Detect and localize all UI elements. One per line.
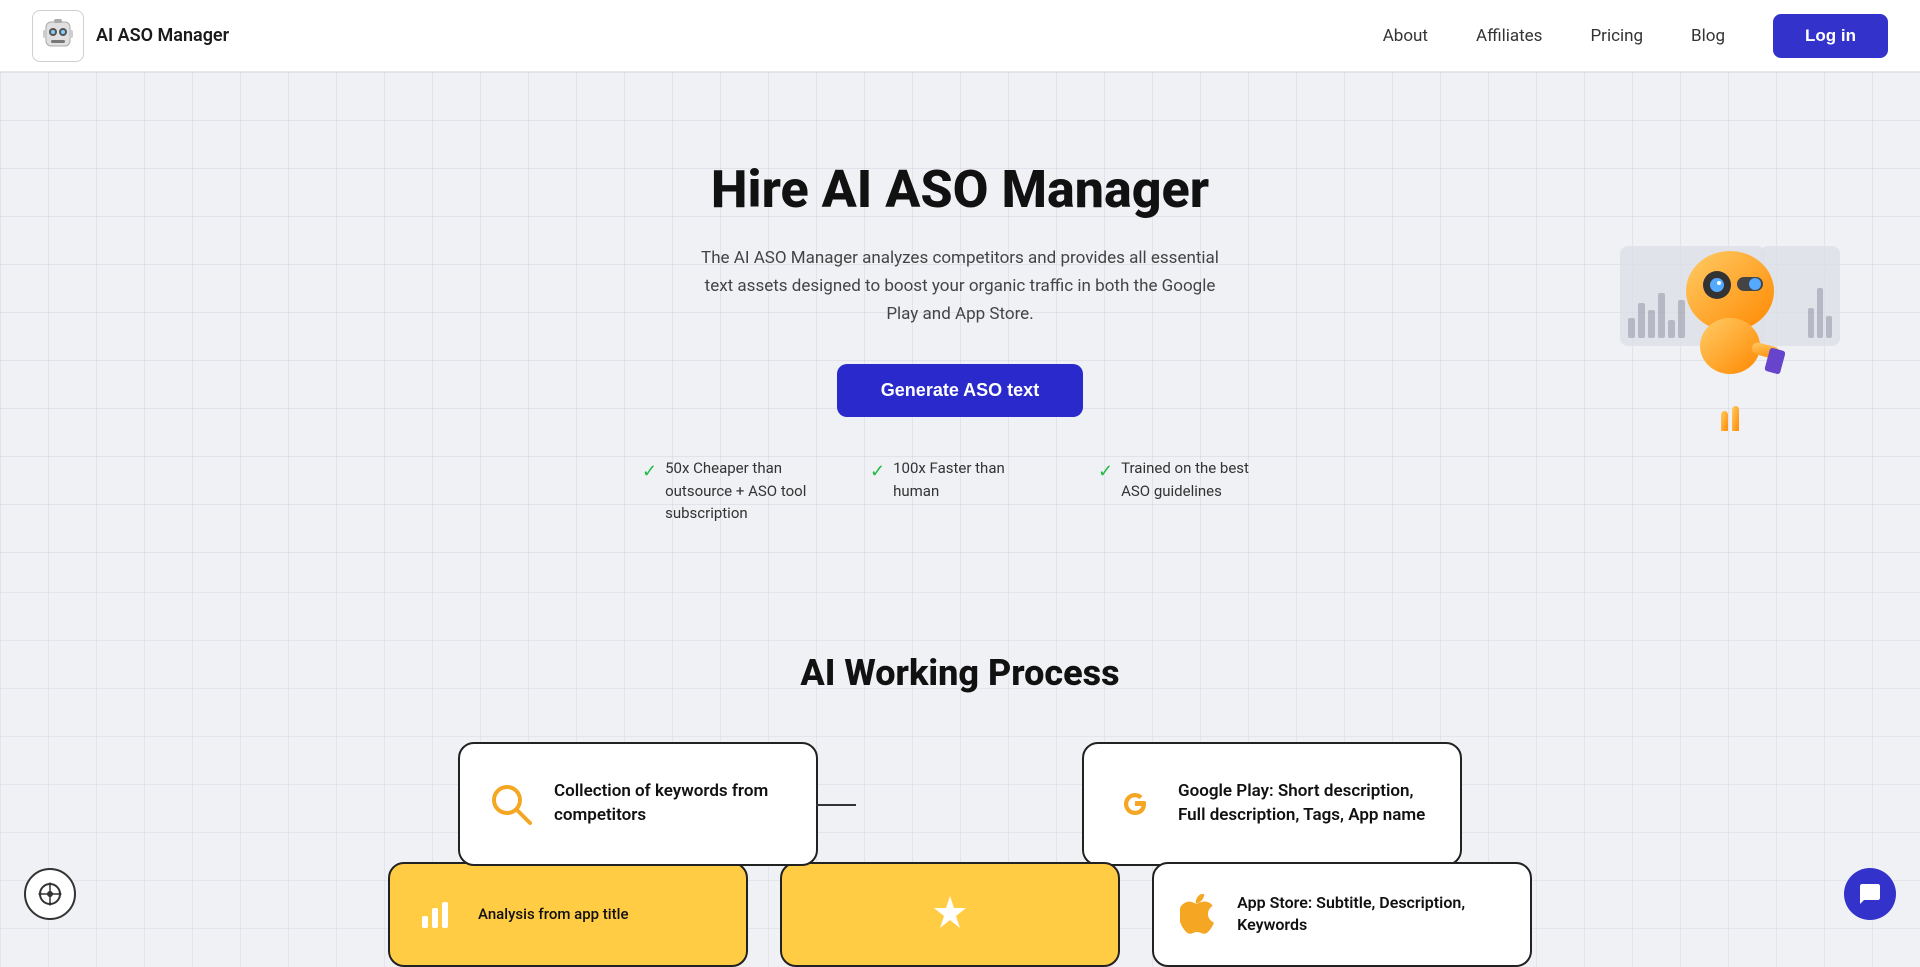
stars-icon	[928, 892, 972, 936]
navbar: AI ASO Manager About Affiliates Pricing …	[0, 0, 1920, 72]
robot-illustration	[1620, 236, 1840, 476]
badge-cheaper: ✓ 50x Cheaper than outsource + ASO tool …	[642, 457, 822, 525]
process-card-appstore: App Store: Subtitle, Description, Keywor…	[1152, 862, 1532, 967]
logo-text: AI ASO Manager	[96, 25, 229, 46]
bar-r3	[1826, 316, 1832, 338]
process-card-google: Google Play: Short description, Full des…	[1082, 742, 1462, 866]
appstore-card-text: App Store: Subtitle, Description, Keywor…	[1237, 892, 1506, 937]
analysis-icon-wrapper	[414, 892, 458, 936]
nav-link-about[interactable]: About	[1383, 26, 1428, 46]
process-section-title: AI Working Process	[80, 652, 1840, 694]
partial-card-left-text: Analysis from app title	[478, 905, 628, 923]
check-icon-1: ✓	[642, 458, 657, 485]
left-widget[interactable]	[24, 868, 76, 920]
process-card-partial-left: Analysis from app title	[388, 862, 748, 967]
badge-cheaper-text: 50x Cheaper than outsource + ASO tool su…	[665, 457, 822, 525]
robot-svg-wrapper	[1675, 241, 1785, 435]
screen-bars-right	[1808, 288, 1832, 338]
logo-icon	[32, 10, 84, 62]
badge-trained: ✓ Trained on the best ASO guidelines	[1098, 457, 1278, 502]
search-icon-wrapper	[488, 776, 534, 832]
robot-svg	[1675, 241, 1785, 431]
generate-aso-button[interactable]: Generate ASO text	[837, 364, 1083, 417]
chart-icon	[418, 896, 454, 932]
nav-link-blog[interactable]: Blog	[1691, 26, 1725, 46]
google-icon	[1112, 781, 1158, 827]
apple-icon-wrapper	[1178, 892, 1217, 936]
process-cards-row2: Analysis from app title App Store: Subti…	[80, 846, 1840, 967]
bar-4	[1658, 293, 1665, 338]
connector-right-1	[816, 804, 856, 806]
hero-subtitle: The AI ASO Manager analyzes competitors …	[700, 244, 1220, 328]
chat-widget[interactable]	[1844, 868, 1896, 920]
process-section: AI Working Process Collection of keyword…	[0, 592, 1920, 967]
search-icon	[488, 781, 534, 827]
badge-faster-text: 100x Faster than human	[893, 457, 1050, 502]
login-button[interactable]: Log in	[1773, 14, 1888, 58]
hero-section: Hire AI ASO Manager The AI ASO Manager a…	[0, 72, 1920, 592]
nav-links: About Affiliates Pricing Blog Log in	[1383, 14, 1888, 58]
google-icon-wrapper	[1112, 776, 1158, 832]
robot-logo-svg	[40, 18, 76, 54]
bar-2	[1638, 303, 1645, 338]
reel-icon	[38, 882, 62, 906]
badge-faster: ✓ 100x Faster than human	[870, 457, 1050, 502]
process-card-keywords: Collection of keywords from competitors	[458, 742, 818, 866]
nav-link-pricing[interactable]: Pricing	[1590, 26, 1643, 46]
hero-title: Hire AI ASO Manager	[711, 159, 1209, 220]
badge-trained-text: Trained on the best ASO guidelines	[1121, 457, 1278, 502]
apple-icon	[1180, 894, 1216, 934]
check-icon-2: ✓	[870, 458, 885, 485]
card-keywords-text: Collection of keywords from competitors	[554, 780, 788, 828]
card-google-text: Google Play: Short description, Full des…	[1178, 780, 1432, 828]
process-card-center-yellow	[780, 862, 1120, 967]
hero-badges: ✓ 50x Cheaper than outsource + ASO tool …	[642, 457, 1278, 525]
logo[interactable]: AI ASO Manager	[32, 10, 229, 62]
bar-3	[1648, 310, 1655, 338]
chat-icon	[1858, 882, 1882, 906]
bar-r2	[1817, 288, 1823, 338]
nav-link-affiliates[interactable]: Affiliates	[1476, 26, 1542, 46]
check-icon-3: ✓	[1098, 458, 1113, 485]
bar-5	[1668, 320, 1675, 338]
bar-r1	[1808, 308, 1814, 338]
bar-1	[1628, 318, 1635, 338]
